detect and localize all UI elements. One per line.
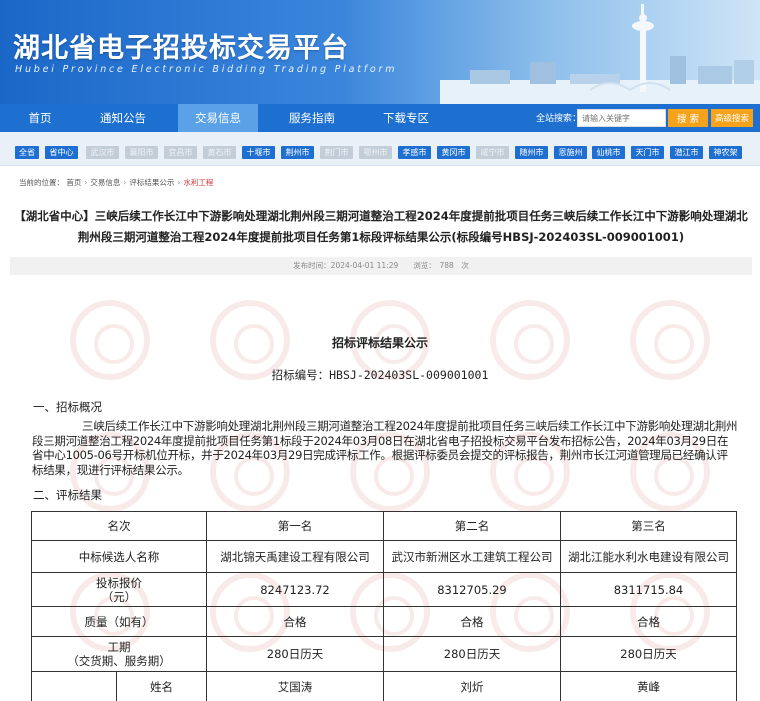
site-title: 湖北省电子招投标交易平台 [13, 33, 349, 64]
nav-home[interactable]: 首页 [0, 104, 80, 132]
city-filter-bar: 全省 省中心 武汉市 襄阳市 宜昌市 黄石市 十堰市 荆州市 荆门市 鄂州市 孝… [0, 132, 760, 166]
breadcrumb-prefix: 当前的位置： [19, 178, 64, 187]
table-cell: 8247123.72 [206, 572, 384, 607]
city-tag[interactable]: 恩施州 [554, 146, 587, 159]
nav-trading-info[interactable]: 交易信息 [178, 104, 258, 132]
table-row: 投标报价 （元） 8247123.72 8312705.29 8311715.8… [31, 572, 737, 607]
table-cell: 280日历天 [383, 636, 561, 672]
row-label: 工期 （交货期、服务期） [31, 636, 207, 672]
breadcrumb-link-trading[interactable]: 交易信息 [90, 178, 120, 187]
city-tag[interactable]: 随州市 [515, 146, 548, 159]
breadcrumb-separator: › [84, 178, 88, 187]
city-tag[interactable]: 襄阳市 [125, 146, 158, 159]
city-tag[interactable]: 宜昌市 [164, 146, 197, 159]
nav-notices[interactable]: 通知公告 [80, 104, 166, 132]
city-tag[interactable]: 黄石市 [203, 146, 236, 159]
search-button[interactable]: 搜 索 [668, 109, 708, 127]
breadcrumb-link-home[interactable]: 首页 [66, 178, 81, 187]
table-header-cell: 第一名 [206, 511, 384, 541]
table-cell: 合格 [383, 606, 561, 637]
table-cell: 黄峰 [560, 671, 737, 701]
table-cell: 8311715.84 [560, 572, 737, 607]
row-label: 质量（如有） [31, 606, 207, 637]
table-row: 工期 （交货期、服务期） 280日历天 280日历天 280日历天 [31, 636, 737, 672]
table-row: 姓名 艾国涛 刘炘 黄峰 [31, 671, 737, 701]
city-tag[interactable]: 全省 [15, 146, 39, 159]
city-tag[interactable]: 咸宁市 [476, 146, 509, 159]
table-row: 名次 第一名 第二名 第三名 [31, 511, 737, 541]
nav-downloads[interactable]: 下载专区 [366, 104, 446, 132]
table-header-cell: 第二名 [383, 511, 561, 541]
site-subtitle: Hubei Province Electronic Bidding Tradin… [15, 64, 398, 75]
article-meta: 发布时间：2024-04-01 11:29 浏览： 788 次 [10, 257, 752, 275]
city-tag[interactable]: 武汉市 [86, 146, 119, 159]
nav-service-guide[interactable]: 服务指南 [272, 104, 352, 132]
table-header-cell: 第三名 [560, 511, 737, 541]
city-tag[interactable]: 神农架 [709, 146, 742, 159]
table-header-cell: 名次 [31, 511, 207, 541]
doc-title: 招标评标结果公示 [331, 336, 428, 350]
search-label: 全站搜索： [536, 114, 582, 124]
table-row: 质量（如有） 合格 合格 合格 [31, 606, 737, 637]
header-banner: 湖北省电子招投标交易平台 Hubei Province Electronic B… [0, 0, 760, 104]
city-tag[interactable]: 十堰市 [242, 146, 275, 159]
row-label: 中标候选人名称 [31, 540, 207, 573]
city-tag[interactable]: 孝感市 [398, 146, 431, 159]
row-label: 姓名 [116, 671, 207, 701]
table-cell: 合格 [560, 606, 737, 637]
city-tag[interactable]: 天门市 [631, 146, 664, 159]
breadcrumb-separator: › [123, 178, 127, 187]
city-tag[interactable]: 荆门市 [320, 146, 353, 159]
article-title: 【湖北省中心】三峡后续工作长江中下游影响处理湖北荆州段三期河道整治工程2024年… [14, 209, 748, 244]
city-tag[interactable]: 仙桃市 [592, 146, 625, 159]
table-cell: 武汉市新洲区水工建筑工程公司 [383, 540, 561, 573]
table-cell: 280日历天 [560, 636, 737, 672]
city-tag[interactable]: 黄冈市 [437, 146, 470, 159]
table-row: 中标候选人名称 湖北锦天禹建设工程有限公司 武汉市新洲区水工建筑工程公司 湖北江… [31, 540, 737, 573]
breadcrumb-separator: › [177, 178, 181, 187]
breadcrumb: 当前的位置： 首页 › 交易信息 › 评标结果公示 › 水利工程 [19, 177, 213, 188]
table-cell: 湖北锦天禹建设工程有限公司 [206, 540, 384, 573]
search-input[interactable] [577, 109, 666, 127]
section-heading-results: 二、评标结果 [33, 488, 102, 502]
table-cell: 合格 [206, 606, 384, 637]
table-cell: 艾国涛 [206, 671, 384, 701]
table-cell: 刘炘 [383, 671, 561, 701]
table-cell: 8312705.29 [383, 572, 561, 607]
overview-paragraph: 三峡后续工作长江中下游影响处理湖北荆州段三期河道整治工程2024年度提前批项目任… [32, 419, 738, 477]
row-group-cell [31, 671, 117, 701]
city-skyline-icon [440, 4, 760, 104]
city-tag[interactable]: 潜江市 [670, 146, 703, 159]
doc-code: 招标编号：HBSJ-202403SL-009001001 [271, 368, 489, 382]
table-cell: 湖北江能水利水电建设有限公司 [560, 540, 737, 573]
row-label: 投标报价 （元） [31, 572, 207, 607]
section-heading-overview: 一、招标概况 [33, 400, 102, 414]
results-table: 名次 第一名 第二名 第三名 中标候选人名称 湖北锦天禹建设工程有限公司 武汉市… [31, 511, 737, 701]
city-tag[interactable]: 省中心 [45, 146, 78, 159]
breadcrumb-current: 水利工程 [183, 178, 214, 187]
breadcrumb-link-results[interactable]: 评标结果公示 [129, 178, 174, 187]
advanced-search-button[interactable]: 高级搜索 [711, 109, 753, 127]
city-tag[interactable]: 荆州市 [281, 146, 314, 159]
city-tag[interactable]: 鄂州市 [359, 146, 392, 159]
table-cell: 280日历天 [206, 636, 384, 672]
